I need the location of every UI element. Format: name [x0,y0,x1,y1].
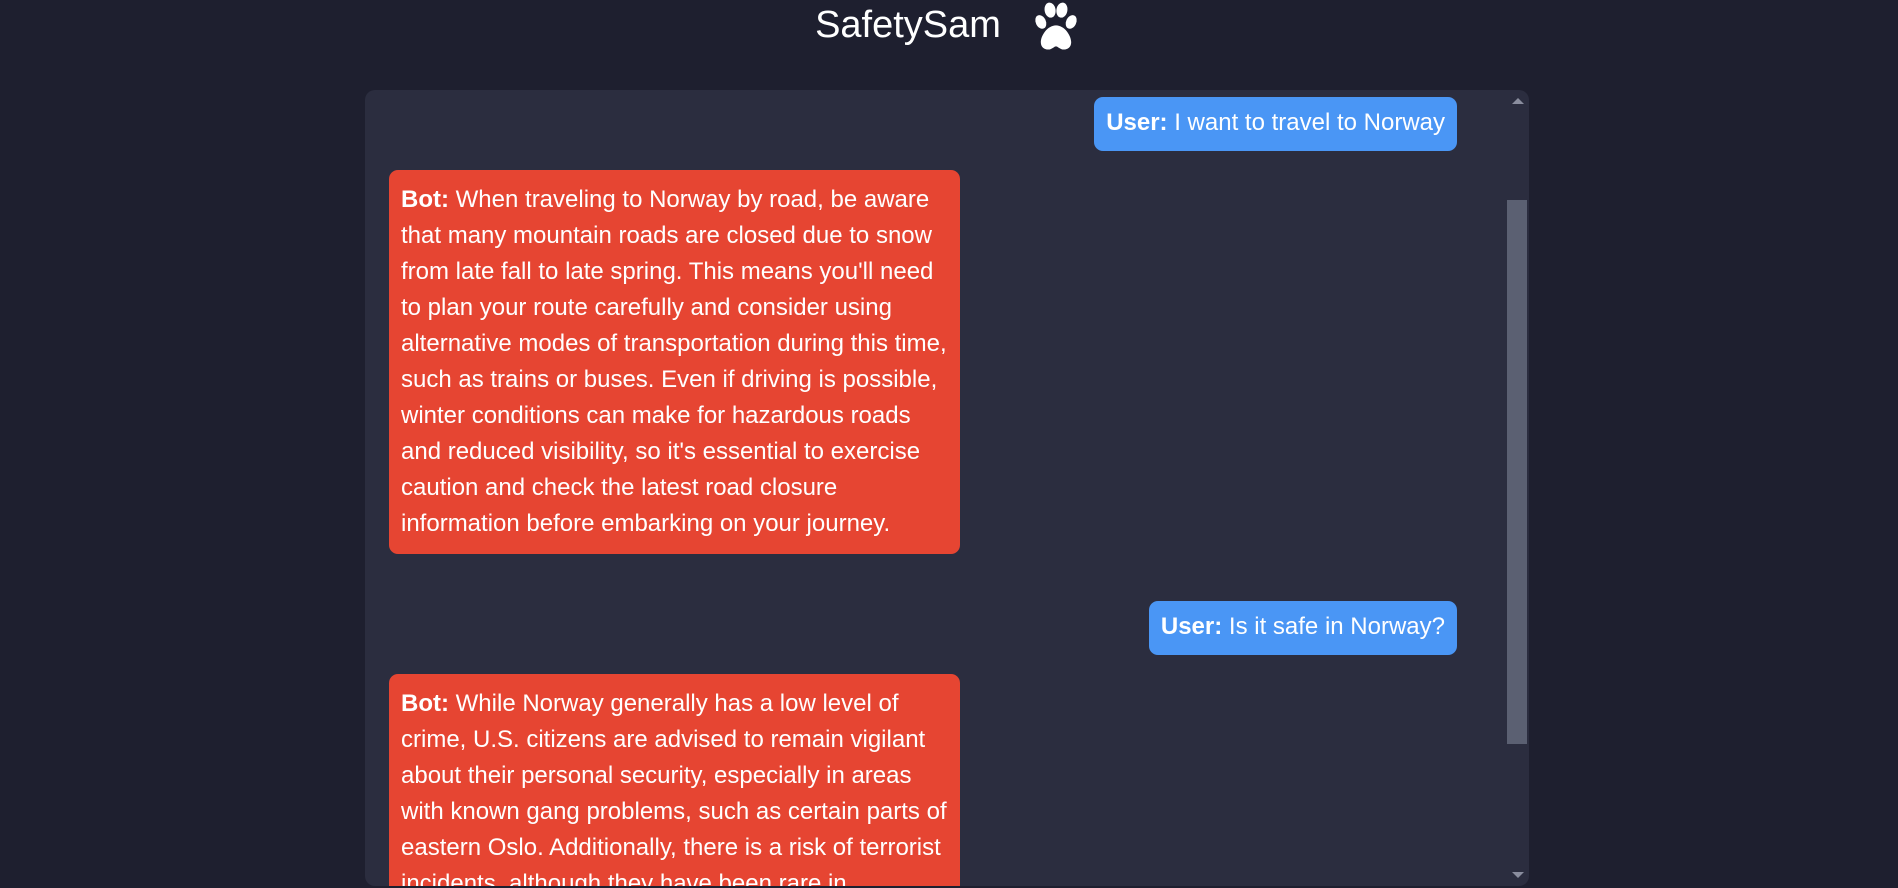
sender-label: User: [1160,613,1223,640]
sender-label: Bot: [401,690,449,717]
scroll-down-arrow-icon[interactable] [1512,872,1524,878]
message-text: While Norway generally has a low level o… [401,690,947,886]
chat-panel[interactable]: User: I want to travel to Norway Bot: Wh… [365,90,1529,886]
chat-scrollbar[interactable] [1505,90,1529,886]
scroll-up-arrow-icon[interactable] [1512,98,1524,104]
paw-icon [1035,2,1077,50]
bot-message: Bot: While Norway generally has a low le… [389,674,960,886]
app-title: SafetySam [815,4,1001,46]
sender-label: Bot: [401,186,449,213]
sender-label: User: [1106,109,1168,136]
message-text: When traveling to Norway by road, be awa… [401,186,947,537]
message-text: Is it safe in Norway? [1228,613,1445,640]
bot-message: Bot: When traveling to Norway by road, b… [389,170,960,554]
user-message: User: Is it safe in Norway? [1148,601,1457,655]
user-message: User: I want to travel to Norway [1094,97,1457,151]
message-list: User: I want to travel to Norway Bot: Wh… [365,90,1505,886]
app-header: SafetySam [0,0,1898,60]
message-text: I want to travel to Norway [1174,109,1445,136]
scroll-thumb[interactable] [1507,200,1527,744]
